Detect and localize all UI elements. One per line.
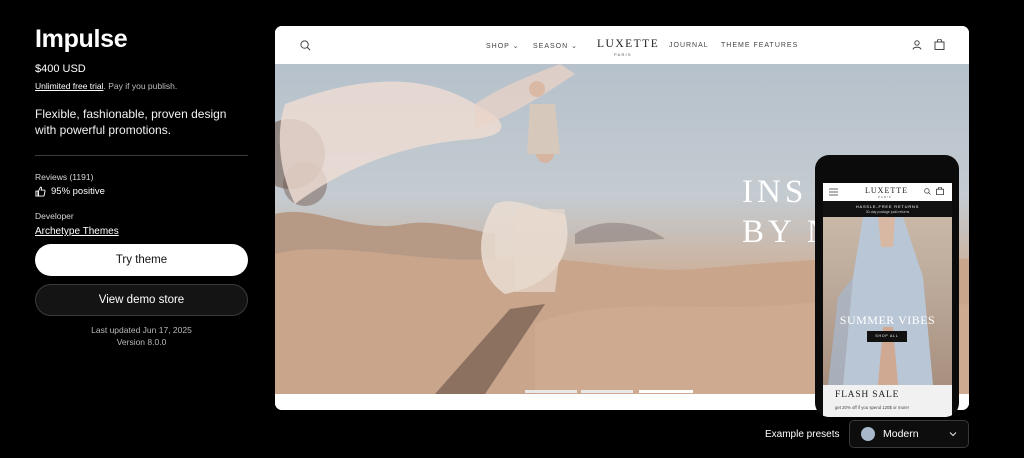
free-trial-link[interactable]: Unlimited free trial [35, 81, 104, 91]
nav-season-label: SEASON [533, 43, 569, 50]
preset-selected-value: Modern [883, 428, 919, 440]
slide-indicator[interactable] [525, 390, 577, 393]
mobile-logo: LUXETTE [865, 186, 908, 195]
flash-sale-title: FLASH SALE [835, 390, 900, 400]
theme-info-panel: Impulse $400 USD Unlimited free trial. P… [35, 24, 248, 239]
theme-title: Impulse [35, 25, 128, 53]
preset-select[interactable]: Modern [849, 420, 969, 448]
slide-indicator[interactable] [581, 390, 633, 393]
nav-shop-label: SHOP [486, 43, 510, 50]
menu-icon [829, 188, 838, 196]
chevron-down-icon: ⌄ [512, 43, 520, 50]
announcement-subtitle: 30-day postage paid returns [865, 210, 910, 214]
store-header: SHOP ⌄ SEASON ⌄ LUXETTE PARIS JOURNAL TH… [275, 26, 969, 64]
hero-heading-line1: INS [742, 174, 808, 210]
store-logo-subtitle: PARIS [614, 52, 632, 57]
user-icon [912, 40, 922, 50]
chevron-down-icon [949, 432, 957, 437]
last-updated: Last updated Jun 17, 2025 [91, 325, 192, 335]
store-logo: LUXETTE [597, 38, 660, 50]
nav-item-season: SEASON ⌄ [533, 42, 578, 50]
theme-meta: Last updated Jun 17, 2025 Version 8.0.0 [35, 324, 248, 348]
mobile-logo-subtitle: PARIS [878, 195, 892, 199]
trial-suffix: . Pay if you publish. [103, 81, 178, 91]
mobile-hero-scene [828, 217, 933, 385]
reviews-label: Reviews (1191) [35, 172, 94, 182]
bag-icon [936, 187, 944, 195]
mobile-flash-sale: FLASH SALE get 20% off if you spend 120$… [823, 385, 952, 417]
divider [35, 155, 248, 156]
theme-price: $400 USD [35, 63, 86, 75]
mobile-shop-all-button[interactable]: SHOP ALL [867, 331, 907, 342]
mobile-hero-image: SUMMER VIBES SHOP ALL [823, 217, 952, 385]
version: Version 8.0.0 [116, 337, 167, 347]
theme-description: Flexible, fashionable, proven design wit… [35, 107, 227, 137]
positive-percentage: 95% positive [51, 186, 105, 197]
mobile-screen: LUXETTE PARIS HASSLE-FREE RETURNS 30-day… [823, 183, 952, 417]
slide-indicator-active[interactable] [639, 390, 693, 393]
chevron-down-icon: ⌄ [571, 43, 579, 50]
nav-item-theme-features: THEME FEATURES [721, 42, 799, 49]
bag-icon [934, 39, 945, 50]
nav-item-journal: JOURNAL [669, 42, 709, 49]
mobile-hero-title: SUMMER VIBES [839, 313, 936, 327]
trial-info: Unlimited free trial. Pay if you publish… [35, 81, 248, 91]
flash-sale-subtitle: get 20% off if you spend 120$ or more! [835, 405, 909, 410]
mobile-header: LUXETTE PARIS [823, 183, 952, 201]
developer-label: Developer [35, 211, 74, 221]
search-icon [300, 40, 311, 51]
search-icon [924, 188, 931, 195]
reviews-rating: 95% positive [35, 186, 248, 197]
nav-item-shop: SHOP ⌄ [486, 42, 520, 50]
example-presets-label: Example presets [765, 429, 840, 440]
try-theme-button[interactable]: Try theme [35, 244, 248, 276]
mobile-announcement-bar: HASSLE-FREE RETURNS 30-day postage paid … [823, 201, 952, 217]
mobile-preview[interactable]: LUXETTE PARIS HASSLE-FREE RETURNS 30-day… [815, 155, 959, 417]
view-demo-store-button[interactable]: View demo store [35, 284, 248, 316]
thumbs-up-icon [35, 186, 46, 197]
developer-link[interactable]: Archetype Themes [35, 226, 119, 237]
announcement-title: HASSLE-FREE RETURNS [855, 204, 920, 209]
preset-color-swatch [861, 427, 875, 441]
